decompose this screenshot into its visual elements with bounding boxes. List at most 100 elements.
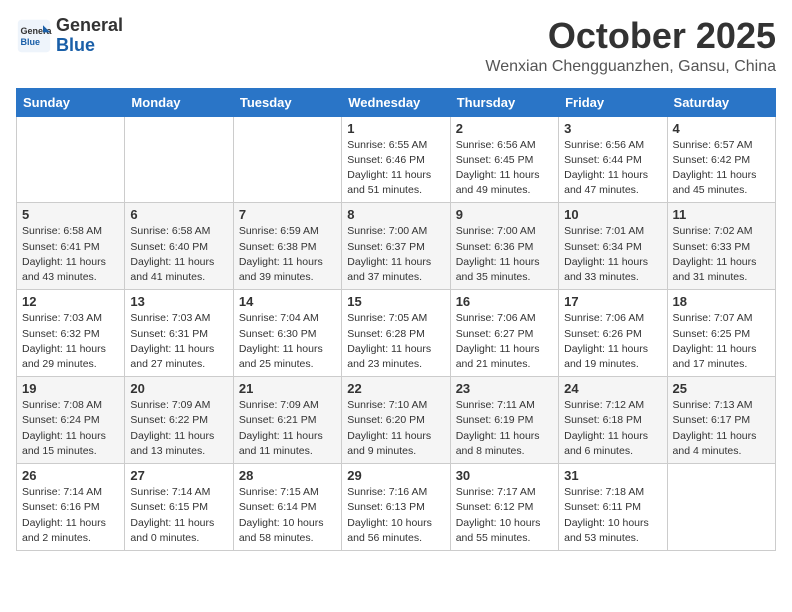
calendar-day-28: 28 Sunrise: 7:15 AMSunset: 6:14 PMDayligh…	[233, 464, 341, 551]
day-info: Sunrise: 7:14 AMSunset: 6:16 PMDaylight:…	[22, 485, 119, 546]
calendar-week-row: 19 Sunrise: 7:08 AMSunset: 6:24 PMDayligh…	[17, 377, 776, 464]
day-number: 22	[347, 381, 444, 396]
day-info: Sunrise: 6:59 AMSunset: 6:38 PMDaylight:…	[239, 224, 336, 285]
calendar-day-29: 29 Sunrise: 7:16 AMSunset: 6:13 PMDayligh…	[342, 464, 450, 551]
calendar-day-31: 31 Sunrise: 7:18 AMSunset: 6:11 PMDayligh…	[559, 464, 667, 551]
calendar-table: SundayMondayTuesdayWednesdayThursdayFrid…	[16, 88, 776, 551]
calendar-week-row: 1 Sunrise: 6:55 AMSunset: 6:46 PMDaylight…	[17, 116, 776, 203]
calendar-day-27: 27 Sunrise: 7:14 AMSunset: 6:15 PMDayligh…	[125, 464, 233, 551]
day-number: 17	[564, 294, 661, 309]
day-number: 10	[564, 207, 661, 222]
day-number: 2	[456, 121, 553, 136]
day-info: Sunrise: 6:55 AMSunset: 6:46 PMDaylight:…	[347, 138, 444, 199]
day-number: 23	[456, 381, 553, 396]
day-info: Sunrise: 7:18 AMSunset: 6:11 PMDaylight:…	[564, 485, 661, 546]
day-info: Sunrise: 7:17 AMSunset: 6:12 PMDaylight:…	[456, 485, 553, 546]
day-info: Sunrise: 7:09 AMSunset: 6:21 PMDaylight:…	[239, 398, 336, 459]
day-number: 19	[22, 381, 119, 396]
calendar-day-17: 17 Sunrise: 7:06 AMSunset: 6:26 PMDayligh…	[559, 290, 667, 377]
day-info: Sunrise: 7:08 AMSunset: 6:24 PMDaylight:…	[22, 398, 119, 459]
calendar-day-3: 3 Sunrise: 6:56 AMSunset: 6:44 PMDaylight…	[559, 116, 667, 203]
day-info: Sunrise: 7:00 AMSunset: 6:36 PMDaylight:…	[456, 224, 553, 285]
day-number: 5	[22, 207, 119, 222]
day-number: 26	[22, 468, 119, 483]
day-info: Sunrise: 7:14 AMSunset: 6:15 PMDaylight:…	[130, 485, 227, 546]
calendar-day-18: 18Sunrise: 7:07 AMSunset: 6:25 PMDayligh…	[667, 290, 775, 377]
weekday-header-friday: Friday	[559, 88, 667, 116]
day-info: Sunrise: 7:09 AMSunset: 6:22 PMDaylight:…	[130, 398, 227, 459]
weekday-header-row: SundayMondayTuesdayWednesdayThursdayFrid…	[17, 88, 776, 116]
day-info: Sunrise: 7:00 AMSunset: 6:37 PMDaylight:…	[347, 224, 444, 285]
calendar-week-row: 5 Sunrise: 6:58 AMSunset: 6:41 PMDaylight…	[17, 203, 776, 290]
calendar-day-7: 7 Sunrise: 6:59 AMSunset: 6:38 PMDaylight…	[233, 203, 341, 290]
calendar-day-19: 19 Sunrise: 7:08 AMSunset: 6:24 PMDayligh…	[17, 377, 125, 464]
day-number: 31	[564, 468, 661, 483]
day-info: Sunrise: 7:03 AMSunset: 6:31 PMDaylight:…	[130, 311, 227, 372]
day-info: Sunrise: 7:01 AMSunset: 6:34 PMDaylight:…	[564, 224, 661, 285]
day-number: 7	[239, 207, 336, 222]
day-number: 27	[130, 468, 227, 483]
location-title: Wenxian Chengguanzhen, Gansu, China	[485, 58, 776, 76]
calendar-day-5: 5 Sunrise: 6:58 AMSunset: 6:41 PMDaylight…	[17, 203, 125, 290]
weekday-header-saturday: Saturday	[667, 88, 775, 116]
day-info: Sunrise: 7:07 AMSunset: 6:25 PMDaylight:…	[673, 311, 770, 372]
page-header: General Blue General Blue October 2025 W…	[16, 16, 776, 76]
day-number: 11	[673, 207, 770, 222]
day-number: 15	[347, 294, 444, 309]
calendar-day-8: 8 Sunrise: 7:00 AMSunset: 6:37 PMDaylight…	[342, 203, 450, 290]
calendar-day-11: 11Sunrise: 7:02 AMSunset: 6:33 PMDayligh…	[667, 203, 775, 290]
calendar-day-22: 22Sunrise: 7:10 AMSunset: 6:20 PMDayligh…	[342, 377, 450, 464]
calendar-day-1: 1 Sunrise: 6:55 AMSunset: 6:46 PMDaylight…	[342, 116, 450, 203]
calendar-day-20: 20 Sunrise: 7:09 AMSunset: 6:22 PMDayligh…	[125, 377, 233, 464]
day-info: Sunrise: 7:13 AMSunset: 6:17 PMDaylight:…	[673, 398, 770, 459]
day-info: Sunrise: 6:56 AMSunset: 6:44 PMDaylight:…	[564, 138, 661, 199]
day-number: 28	[239, 468, 336, 483]
day-number: 1	[347, 121, 444, 136]
day-info: Sunrise: 7:11 AMSunset: 6:19 PMDaylight:…	[456, 398, 553, 459]
logo-text: General Blue	[56, 16, 123, 56]
calendar-empty-cell	[17, 116, 125, 203]
logo-icon: General Blue	[16, 18, 52, 54]
day-info: Sunrise: 7:04 AMSunset: 6:30 PMDaylight:…	[239, 311, 336, 372]
day-number: 20	[130, 381, 227, 396]
weekday-header-thursday: Thursday	[450, 88, 558, 116]
weekday-header-wednesday: Wednesday	[342, 88, 450, 116]
calendar-day-14: 14 Sunrise: 7:04 AMSunset: 6:30 PMDayligh…	[233, 290, 341, 377]
logo: General Blue General Blue	[16, 16, 123, 56]
day-info: Sunrise: 7:05 AMSunset: 6:28 PMDaylight:…	[347, 311, 444, 372]
day-info: Sunrise: 7:15 AMSunset: 6:14 PMDaylight:…	[239, 485, 336, 546]
calendar-day-2: 2 Sunrise: 6:56 AMSunset: 6:45 PMDaylight…	[450, 116, 558, 203]
day-number: 29	[347, 468, 444, 483]
day-info: Sunrise: 7:06 AMSunset: 6:26 PMDaylight:…	[564, 311, 661, 372]
calendar-day-13: 13 Sunrise: 7:03 AMSunset: 6:31 PMDayligh…	[125, 290, 233, 377]
calendar-day-10: 10 Sunrise: 7:01 AMSunset: 6:34 PMDayligh…	[559, 203, 667, 290]
day-number: 8	[347, 207, 444, 222]
day-info: Sunrise: 6:56 AMSunset: 6:45 PMDaylight:…	[456, 138, 553, 199]
day-number: 12	[22, 294, 119, 309]
day-number: 3	[564, 121, 661, 136]
day-number: 14	[239, 294, 336, 309]
day-number: 16	[456, 294, 553, 309]
calendar-day-6: 6 Sunrise: 6:58 AMSunset: 6:40 PMDaylight…	[125, 203, 233, 290]
calendar-day-16: 16 Sunrise: 7:06 AMSunset: 6:27 PMDayligh…	[450, 290, 558, 377]
day-number: 6	[130, 207, 227, 222]
calendar-empty-cell	[125, 116, 233, 203]
day-number: 25	[673, 381, 770, 396]
day-info: Sunrise: 7:03 AMSunset: 6:32 PMDaylight:…	[22, 311, 119, 372]
calendar-day-26: 26 Sunrise: 7:14 AMSunset: 6:16 PMDayligh…	[17, 464, 125, 551]
day-info: Sunrise: 6:58 AMSunset: 6:41 PMDaylight:…	[22, 224, 119, 285]
calendar-empty-cell	[667, 464, 775, 551]
calendar-week-row: 12 Sunrise: 7:03 AMSunset: 6:32 PMDayligh…	[17, 290, 776, 377]
calendar-day-25: 25 Sunrise: 7:13 AMSunset: 6:17 PMDayligh…	[667, 377, 775, 464]
day-info: Sunrise: 6:58 AMSunset: 6:40 PMDaylight:…	[130, 224, 227, 285]
month-title: October 2025	[485, 16, 776, 56]
day-number: 24	[564, 381, 661, 396]
day-info: Sunrise: 7:06 AMSunset: 6:27 PMDaylight:…	[456, 311, 553, 372]
day-number: 13	[130, 294, 227, 309]
day-info: Sunrise: 7:16 AMSunset: 6:13 PMDaylight:…	[347, 485, 444, 546]
calendar-day-9: 9Sunrise: 7:00 AMSunset: 6:36 PMDaylight…	[450, 203, 558, 290]
weekday-header-tuesday: Tuesday	[233, 88, 341, 116]
calendar-day-4: 4Sunrise: 6:57 AMSunset: 6:42 PMDaylight…	[667, 116, 775, 203]
weekday-header-sunday: Sunday	[17, 88, 125, 116]
day-number: 4	[673, 121, 770, 136]
